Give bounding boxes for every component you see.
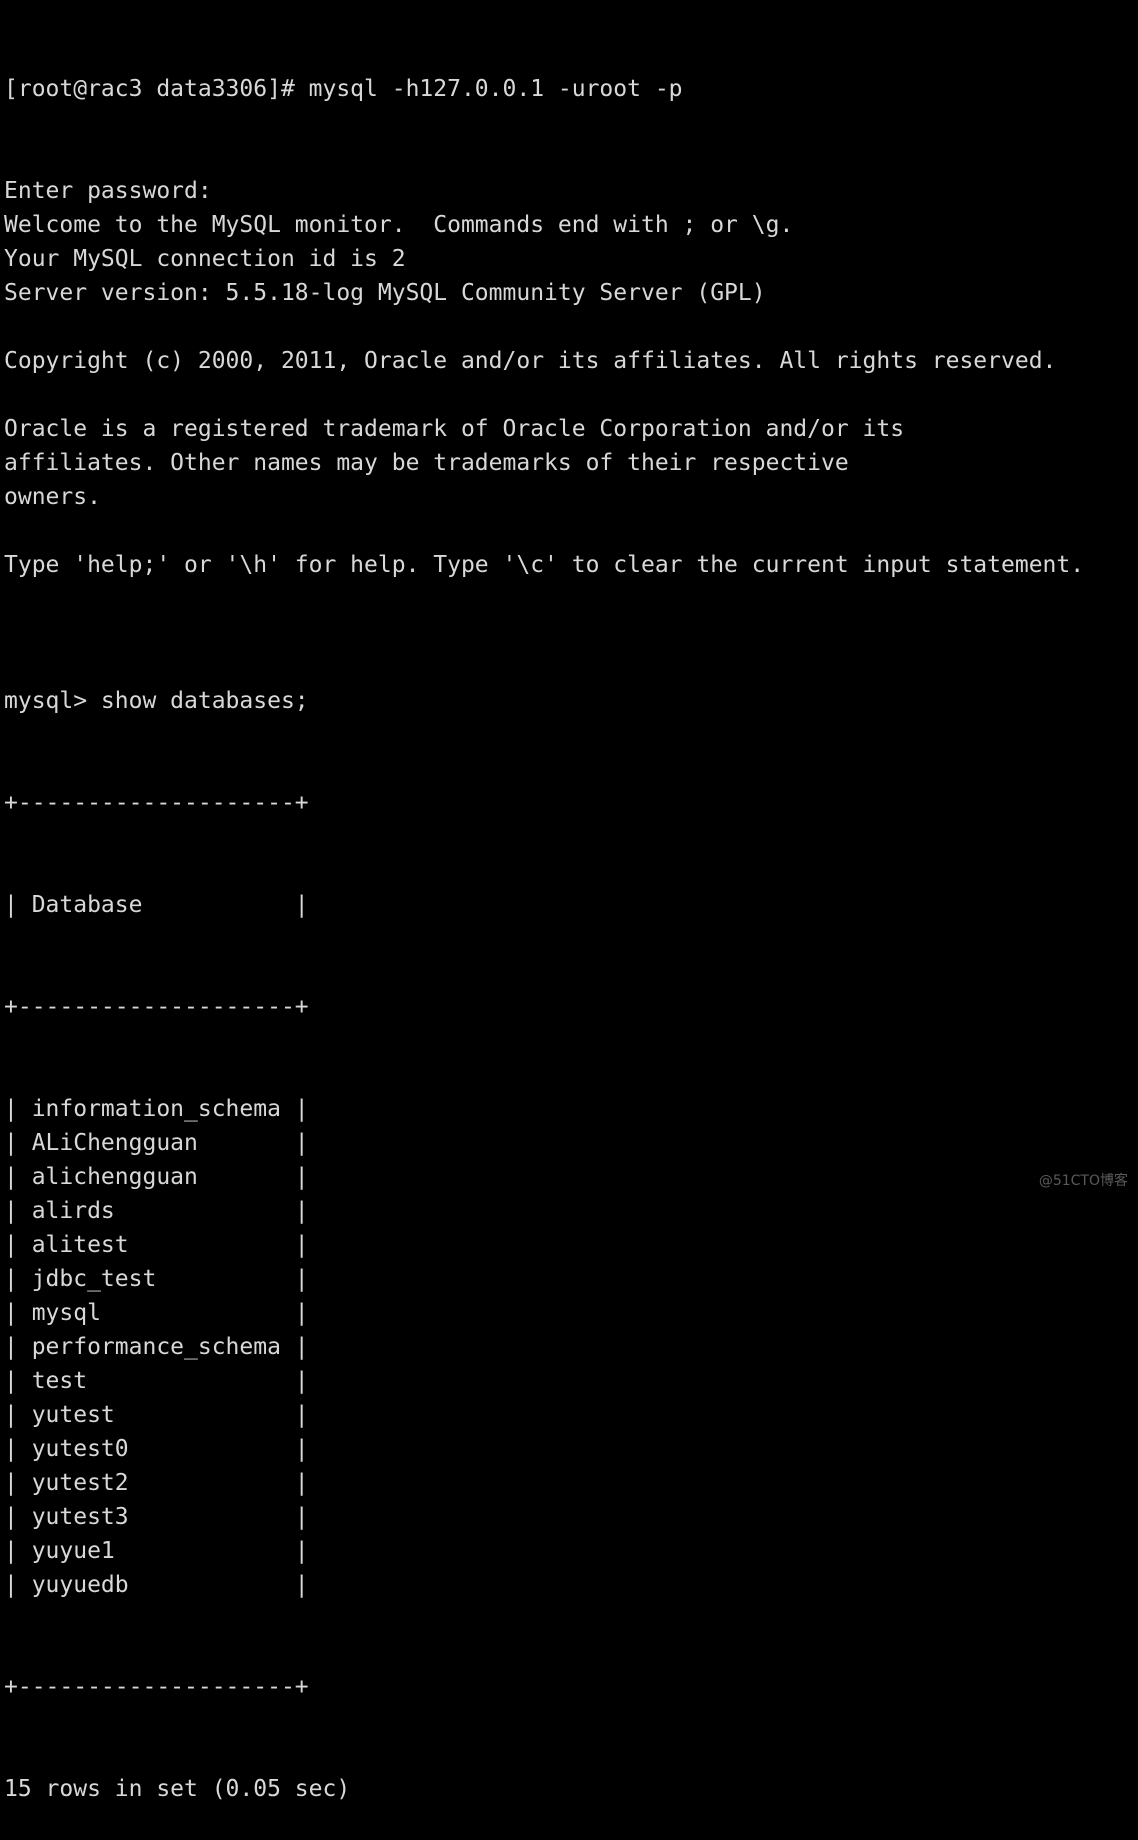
table-row: | yutest3 | bbox=[4, 1504, 309, 1530]
banner-line bbox=[4, 514, 1084, 548]
table-border-top: +--------------------+ bbox=[4, 790, 309, 816]
banner-line: Server version: 5.5.18-log MySQL Communi… bbox=[4, 280, 766, 306]
banner-line: Enter password: bbox=[4, 178, 212, 204]
table-border-mid: +--------------------+ bbox=[4, 994, 309, 1020]
table-row: | information_schema | bbox=[4, 1096, 309, 1122]
banner-line bbox=[4, 582, 1084, 616]
database-list: | information_schema | | ALiChengguan | | … bbox=[4, 1092, 1084, 1602]
mysql-banner: Enter password: Welcome to the MySQL moni… bbox=[4, 174, 1084, 616]
table-row: | yutest2 | bbox=[4, 1470, 309, 1496]
banner-line bbox=[4, 310, 1084, 344]
banner-line bbox=[4, 378, 1084, 412]
table-row: | alirds | bbox=[4, 1198, 309, 1224]
banner-line: Oracle is a registered trademark of Orac… bbox=[4, 416, 905, 442]
table-row: | yuyue1 | bbox=[4, 1538, 309, 1564]
banner-line: Your MySQL connection id is 2 bbox=[4, 246, 406, 272]
banner-line: owners. bbox=[4, 484, 101, 510]
terminal-output[interactable]: [root@rac3 data3306]# mysql -h127.0.0.1 … bbox=[4, 4, 1084, 1840]
table-row: | mysql | bbox=[4, 1300, 309, 1326]
table-row: | yutest0 | bbox=[4, 1436, 309, 1462]
table-row: | performance_schema | bbox=[4, 1334, 309, 1360]
table-row: | test | bbox=[4, 1368, 309, 1394]
table-row: | alichengguan | bbox=[4, 1164, 309, 1190]
watermark: @51CTO博客 bbox=[1038, 1173, 1128, 1189]
banner-line: affiliates. Other names may be trademark… bbox=[4, 450, 849, 476]
banner-line: Type 'help;' or '\h' for help. Type '\c'… bbox=[4, 552, 1085, 578]
table-header: | Database | bbox=[4, 892, 309, 918]
banner-line: Welcome to the MySQL monitor. Commands e… bbox=[4, 212, 794, 238]
result-summary: 15 rows in set (0.05 sec) bbox=[4, 1776, 351, 1802]
table-row: | alitest | bbox=[4, 1232, 309, 1258]
shell-prompt-line: [root@rac3 data3306]# mysql -h127.0.0.1 … bbox=[4, 76, 683, 102]
table-row: | ALiChengguan | bbox=[4, 1130, 309, 1156]
table-row: | jdbc_test | bbox=[4, 1266, 309, 1292]
mysql-command-line: mysql> show databases; bbox=[4, 688, 309, 714]
banner-line: Copyright (c) 2000, 2011, Oracle and/or … bbox=[4, 348, 1057, 374]
table-row: | yuyuedb | bbox=[4, 1572, 309, 1598]
table-row: | yutest | bbox=[4, 1402, 309, 1428]
table-border-bottom: +--------------------+ bbox=[4, 1674, 309, 1700]
